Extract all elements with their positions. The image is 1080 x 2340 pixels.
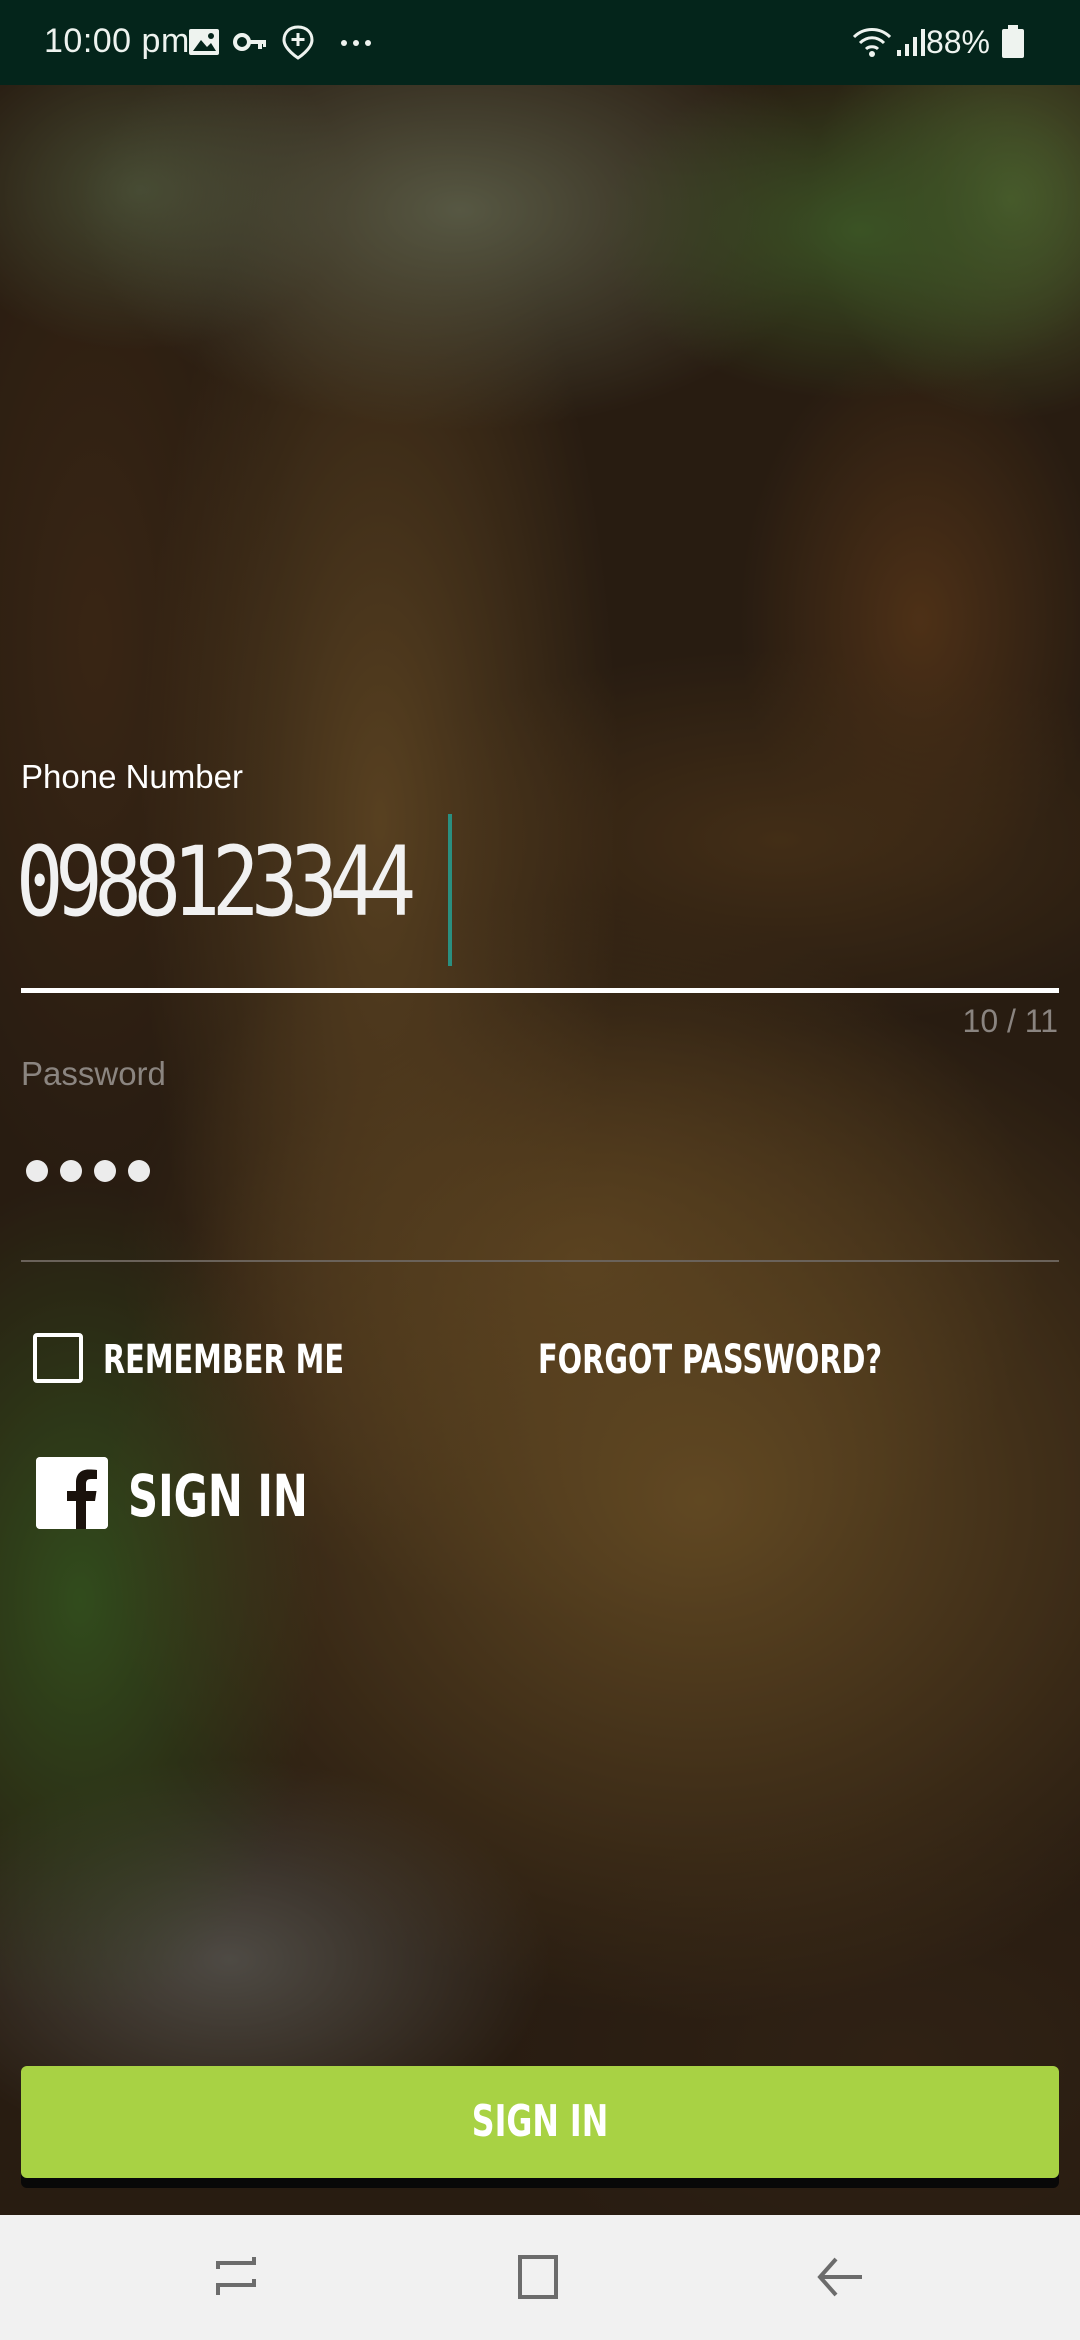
location-add-icon [282,25,314,60]
forgot-password-link[interactable]: FORGOT PASSWORD? [538,1337,882,1383]
phone-number-underline [21,988,1059,993]
password-placeholder: Password [21,1055,166,1092]
back-icon[interactable] [810,2247,870,2307]
status-time: 10:00 pm [44,22,190,60]
more-dots-icon [341,40,371,46]
facebook-icon [36,1457,108,1529]
status-bar: 10:00 pm 88% [0,0,1080,85]
sign-in-button[interactable]: SIGN IN [21,2066,1059,2178]
key-icon [233,33,266,51]
wifi-icon [852,28,892,57]
navigation-bar [0,2215,1080,2340]
recents-icon[interactable] [206,2247,266,2307]
facebook-sign-in-label: SIGN IN [128,1462,308,1530]
password-mask-dot [128,1160,150,1182]
battery-icon [1002,25,1024,58]
remember-me-checkbox[interactable] [33,1333,83,1383]
phone-number-label: Phone Number [21,758,243,795]
phone-number-input[interactable]: 0988123344 [16,822,416,942]
image-icon [189,29,219,55]
battery-percentage: 88% [925,24,990,60]
home-icon[interactable] [508,2247,568,2307]
password-underline [21,1260,1059,1262]
phone-character-counter: 10 / 11 [962,1003,1058,1039]
signal-icon [897,29,925,56]
sign-in-button-label: SIGN IN [471,2096,609,2147]
password-input[interactable] [26,1160,150,1182]
password-mask-dot [60,1160,82,1182]
text-cursor [448,814,452,966]
background-food-image [0,0,1080,2215]
password-mask-dot [26,1160,48,1182]
remember-me-label: REMEMBER ME [103,1337,345,1383]
password-mask-dot [94,1160,116,1182]
login-screen: 10:00 pm 88% Phone Number 0988123344 10 … [0,0,1080,2340]
